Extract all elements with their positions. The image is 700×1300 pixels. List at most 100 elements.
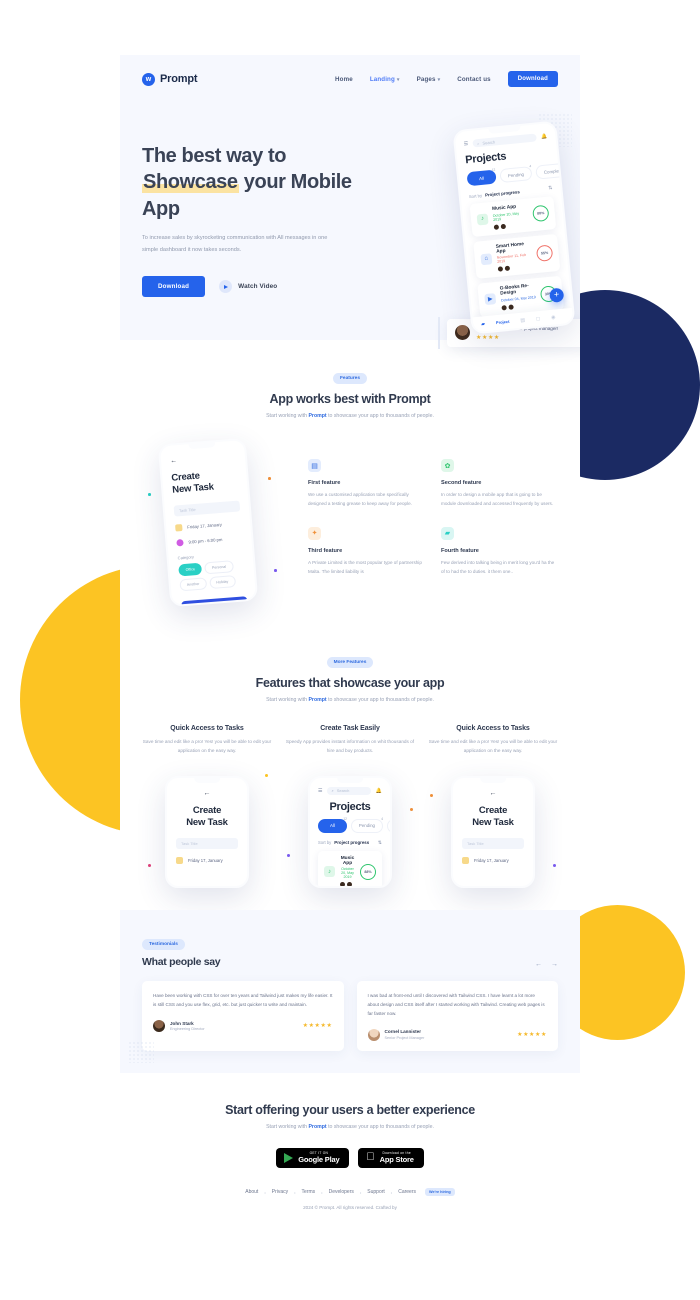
phone-sort-value[interactable]: Project progress [334, 840, 369, 845]
phone-sort-value[interactable]: Project progress [485, 189, 520, 197]
profile-icon[interactable]: ◉ [551, 314, 556, 320]
decor-dot [410, 807, 413, 811]
phone-tab-complete[interactable]: Complete 8 [535, 160, 572, 180]
google-play-button[interactable]: GET IT ON Google Play [276, 1147, 350, 1169]
features-body: ← Create New Task Task Title Friday 17, … [142, 437, 558, 616]
sort-icon[interactable]: ⇅ [548, 185, 553, 191]
create-task-phone-mockup: ← Create New Task Task Title Friday 17, … [157, 437, 259, 608]
nav-item-pages[interactable]: Pages ▾ [417, 76, 441, 83]
footer-link-support[interactable]: Support [367, 1189, 385, 1195]
project-avatars [493, 221, 529, 230]
phone-search-input[interactable]: ⌕ Search [327, 786, 371, 795]
card-phone-wrap: ☰ ⌕ Search 🔔 Projects All 12 Pending 4 S… [285, 768, 415, 888]
phone-project-row[interactable]: ♪ Music App October 20, May 2019 88% [469, 196, 557, 237]
hero-download-button[interactable]: Download [142, 276, 206, 298]
footer-link-developers[interactable]: Developers [329, 1189, 354, 1195]
bell-icon[interactable]: 🔔 [376, 788, 382, 794]
avatar [455, 325, 470, 341]
footer-link-about[interactable]: About [245, 1189, 258, 1195]
task-date-row[interactable]: Friday 17, January [453, 849, 533, 864]
nav-item-landing[interactable]: Landing ▾ [370, 76, 400, 83]
more-feature-card-2: Create Task Easily Speedy App provides i… [285, 725, 415, 888]
task-title-placeholder: Task Title [467, 840, 484, 846]
card-phone-wrap: ← Create New Task Task Title Friday 17, … [142, 768, 272, 888]
sort-icon[interactable]: ⇅ [378, 840, 382, 846]
phone-notch [337, 777, 363, 783]
nav-item-contact[interactable]: Contact us [457, 76, 490, 83]
chevron-down-icon: ▾ [396, 76, 400, 83]
menu-icon[interactable]: ☰ [318, 788, 322, 794]
music-icon: ♪ [476, 213, 489, 226]
features-grid: ▤ First feature We use a customised appl… [308, 441, 558, 577]
testimonial-quote: Have been working with CSS for over ten … [153, 992, 333, 1007]
footer-link-careers[interactable]: Careers [398, 1189, 416, 1195]
feature-title: Fourth feature [441, 547, 479, 554]
phone-project-row[interactable]: ⌂ Smart Home App November 11, Feb 2019 5… [473, 233, 561, 279]
task-date-row[interactable]: Friday 17, January [167, 849, 247, 864]
phone-tab-all-label: All [478, 175, 485, 181]
feature-title: Third feature [308, 547, 343, 554]
task-phone-title-1: Create [478, 804, 508, 816]
card-projects-phone: ☰ ⌕ Search 🔔 Projects All 12 Pending 4 S… [308, 775, 392, 888]
folder-icon[interactable]: ▰ [481, 321, 485, 327]
watch-video-button[interactable]: Watch Video [219, 280, 277, 294]
card-title: Create Task Easily [320, 725, 380, 732]
chat-icon[interactable]: ◻ [536, 315, 541, 321]
chip-another[interactable]: Another [179, 577, 207, 592]
task-phone-title-1: Create [192, 804, 222, 816]
phone-tabs: All 12 Pending 4 Complete 8 [310, 813, 390, 833]
phone-tab-pending[interactable]: Pending 4 [350, 817, 384, 833]
chip-office[interactable]: Office [178, 562, 203, 577]
phone-project-row[interactable]: ♪ Music App October 20, May 2019 88% [318, 850, 382, 886]
footer-link-terms[interactable]: Terms [302, 1189, 316, 1195]
decor-dot [287, 853, 290, 857]
testimonial-card: Have been working with CSS for over ten … [142, 980, 344, 1051]
create-task-button[interactable]: Create Task [181, 595, 249, 608]
more-features-subtitle-brand: Prompt [308, 697, 327, 703]
brand-logo[interactable]: w Prompt [142, 72, 198, 86]
task-phone-title-2: New Task [472, 816, 514, 828]
nav-item-pages-label: Pages [416, 75, 436, 83]
task-title-input[interactable]: Task Title [176, 837, 238, 849]
features-title: App works best with Prompt [269, 392, 431, 406]
chip-holiday[interactable]: Holiday [208, 574, 236, 589]
hero-title-line1: The best way to [142, 145, 287, 167]
app-store-button[interactable]:  Download on the App Store [358, 1147, 424, 1169]
nav-download-button[interactable]: Download [507, 71, 558, 87]
nav-item-home[interactable]: Home [335, 76, 353, 83]
task-title-input[interactable]: Task Title [462, 837, 524, 849]
search-placeholder: Search [336, 788, 350, 794]
testimonial-stars: ★★★★★ [517, 1032, 547, 1039]
hero-text-block: The best way to Showcase your Mobile App… [142, 143, 357, 298]
testimonial-stars: ★★★★★ [302, 1023, 333, 1030]
project-progress: 88% [532, 204, 550, 223]
hero-title-line3: App [142, 197, 180, 220]
phone-nav-label: Project [495, 318, 510, 326]
testimonial-footer: Cornel Lannister Senior Project Manager … [367, 1028, 548, 1041]
phone-tab-all-label: All [330, 823, 335, 829]
phone-tab-complete[interactable]: Complete 8 [387, 818, 390, 833]
google-play-large: Google Play [298, 1154, 340, 1164]
card-phone-wrap: ← Create New Task Task Title Friday 17, … [428, 768, 558, 888]
music-icon: ♪ [324, 866, 335, 878]
chart-icon: ▰ [441, 526, 454, 540]
chip-personal[interactable]: Personal [204, 559, 234, 575]
cta-subtitle-part2: to showcase your app to thousands of peo… [326, 1123, 434, 1130]
testimonials-pill: Testimonials [142, 938, 185, 950]
prev-arrow-icon[interactable]: ← [535, 961, 542, 968]
phone-page-title: Projects [329, 800, 371, 813]
home-icon: ⌂ [480, 253, 493, 266]
calendar-icon[interactable]: ▤ [520, 317, 525, 323]
hero-phone-mockup: ☰ ⌕ Search 🔔 Projects All 12 Pending 4 C… [452, 120, 576, 335]
testimonial-role: Engineering Director [170, 1027, 205, 1031]
phone-tab-all[interactable]: All 12 [318, 817, 347, 833]
phone-tab-all-count: 12 [491, 167, 496, 172]
next-arrow-icon[interactable]: → [551, 961, 558, 968]
book-icon: ▶ [484, 293, 497, 306]
menu-icon[interactable]: ☰ [464, 141, 469, 147]
cta-subtitle: Start working with Prompt to showcase yo… [142, 1124, 558, 1130]
footer-link-privacy[interactable]: Privacy [272, 1189, 288, 1195]
bell-icon[interactable]: 🔔 [541, 133, 548, 140]
testimonials-nav: ← → [535, 961, 558, 968]
task-phone-title: Create New Task [161, 459, 247, 497]
